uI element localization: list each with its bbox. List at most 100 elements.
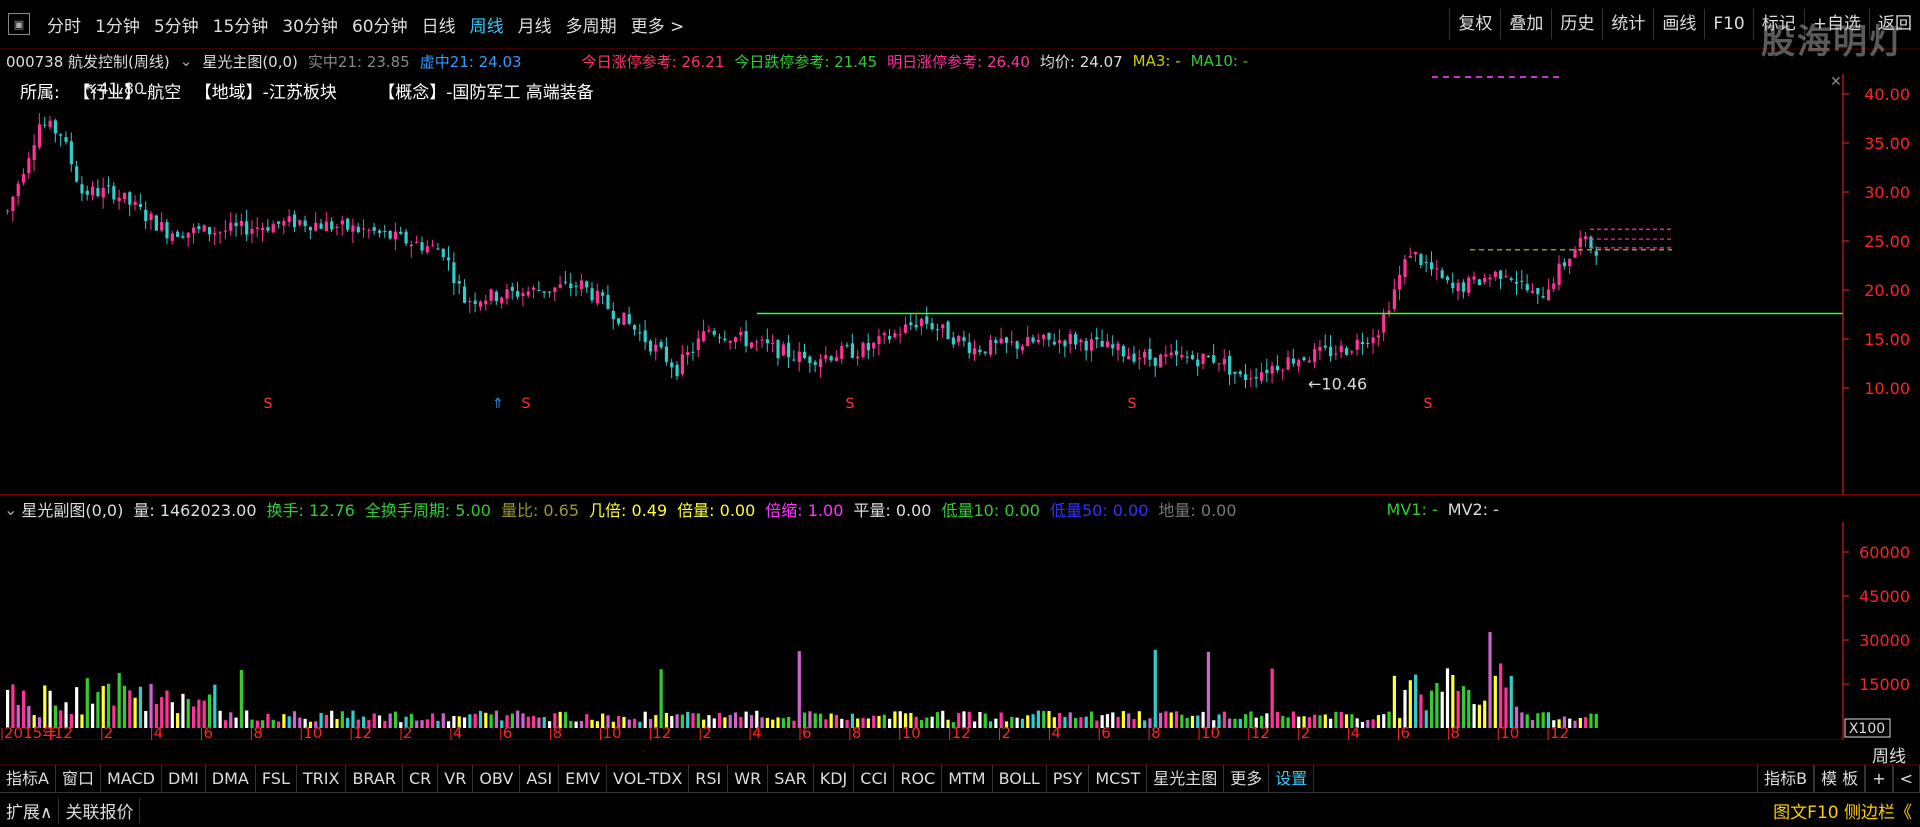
volume-bar (1509, 675, 1513, 728)
chevron-down-icon[interactable]: ⌄ (180, 52, 193, 70)
candle-body (409, 244, 414, 247)
volume-chart[interactable]: 60000450003000015000X1002015年12 2 4 6 8 10 12 2… (0, 522, 1920, 740)
period-tab-2[interactable]: 5分钟 (147, 12, 206, 37)
indicator-tab-20[interactable]: MTM (942, 765, 993, 793)
indicator-tab-4[interactable]: DMA (206, 765, 256, 793)
price-tick-label: 20.00 (1864, 281, 1910, 300)
indicator-tab-5[interactable]: FSL (256, 765, 297, 793)
period-tab-3[interactable]: 15分钟 (206, 12, 276, 37)
volume-bar (494, 710, 499, 728)
volume-bar (1403, 689, 1407, 728)
candle-body (1148, 349, 1152, 360)
candle-body (781, 344, 785, 356)
volume-bar (1015, 717, 1019, 728)
indicator-tab-24[interactable]: 星光主图 (1147, 765, 1225, 793)
period-tab-8[interactable]: 月线 (511, 12, 559, 37)
period-tab-1[interactable]: 1分钟 (88, 12, 147, 37)
toolbar-button-0[interactable]: 复权 (1449, 9, 1500, 39)
time-tick-label: 6 (204, 724, 214, 740)
toolbar-button-3[interactable]: 统计 (1602, 9, 1653, 39)
indicator-tab-15[interactable]: WR (728, 765, 769, 793)
volume-bar (1153, 649, 1157, 728)
indicator-tab-8[interactable]: CR (403, 765, 439, 793)
period-tab-10[interactable]: 更多 > (624, 12, 692, 37)
indicator-tab-6[interactable]: TRIX (297, 765, 347, 793)
toolbar-button-1[interactable]: 叠加 (1500, 9, 1551, 39)
indicator-tab-3[interactable]: DMI (162, 765, 206, 793)
candle-body (1217, 363, 1221, 365)
indicator-tab-26[interactable]: 设置 (1269, 765, 1315, 793)
concept-tag[interactable]: 【概念】-国防军工 高端装备 (378, 83, 594, 103)
window-menu-icon[interactable]: ▣ (8, 13, 30, 35)
period-tab-9[interactable]: 多周期 (559, 12, 624, 37)
period-tab-4[interactable]: 30分钟 (275, 12, 345, 37)
indicator-tab-17[interactable]: KDJ (814, 765, 855, 793)
indicator-tab-2[interactable]: MACD (101, 765, 162, 793)
region-tag[interactable]: 【地域】-江苏板块 (195, 83, 337, 103)
volume-value: 量: 1462023.00 (133, 501, 257, 520)
indicator-tab-7[interactable]: BRAR (346, 765, 403, 793)
indicator-right-button-2[interactable]: + (1865, 765, 1893, 793)
volume-bar (643, 711, 647, 728)
mv2-value: MV2: - (1447, 499, 1499, 519)
period-tab-5[interactable]: 60分钟 (345, 12, 415, 37)
period-tab-7[interactable]: 周线 (463, 12, 511, 37)
indicator-tab-22[interactable]: PSY (1047, 765, 1090, 793)
f10-sidebar-button[interactable]: 图文F10 侧边栏《 (1773, 798, 1912, 823)
candle-body (1472, 276, 1476, 280)
volume-bar (1222, 711, 1226, 728)
indicator-right-button-3[interactable]: < (1892, 765, 1920, 793)
volume-bar (1095, 720, 1099, 728)
volume-bar (941, 710, 945, 728)
indicator-tab-16[interactable]: SAR (768, 765, 814, 793)
sub-indicator-name[interactable]: 星光副图(0,0) (21, 497, 123, 521)
period-tab-0[interactable]: 分时 (40, 12, 88, 37)
close-icon[interactable]: ✕ (1830, 74, 1842, 90)
indicator-tab-18[interactable]: CCI (854, 765, 895, 793)
candle-body (1339, 345, 1343, 353)
s-signal-marker: S (1128, 396, 1137, 412)
indicator-tab-23[interactable]: MCST (1089, 765, 1148, 793)
industry-tag[interactable]: 【行业】-航空 (73, 83, 181, 103)
candle-body (160, 222, 164, 231)
volume-bar (441, 713, 445, 728)
volume-bar (1116, 716, 1120, 728)
volume-bar (1042, 711, 1046, 728)
expand-button[interactable]: 扩展∧ (0, 797, 60, 823)
indicator-tab-14[interactable]: RSI (689, 765, 729, 793)
volume-bar (1461, 686, 1466, 728)
indicator-tab-12[interactable]: EMV (559, 765, 608, 793)
price-chart[interactable]: ↖41.80←10.46S S S S S⇑ 40.0035.0030.0025.002… (0, 74, 1920, 494)
candle-body (829, 356, 833, 361)
chevron-down-icon[interactable]: ⌄ (4, 500, 17, 519)
toolbar-button-4[interactable]: 画线 (1653, 9, 1704, 39)
indicator-tab-25[interactable]: 更多 (1224, 765, 1270, 793)
indicator-right-button-1[interactable]: 模 板 (1814, 765, 1866, 793)
candle-body (1467, 277, 1471, 293)
candle-body (393, 231, 398, 240)
toolbar-button-5[interactable]: F10 (1704, 9, 1752, 39)
related-quotes-button[interactable]: 关联报价 (59, 797, 141, 823)
indicator-tab-13[interactable]: VOL-TDX (607, 765, 690, 793)
toolbar-button-2[interactable]: 历史 (1551, 9, 1602, 39)
indicator-tab-11[interactable]: ASI (520, 765, 560, 793)
indicator-tab-9[interactable]: VR (438, 765, 474, 793)
candle-body (941, 324, 945, 329)
period-tab-6[interactable]: 日线 (415, 12, 463, 37)
indicator-tab-10[interactable]: OBV (473, 765, 521, 793)
avg-price: 均价: 24.07 (1039, 52, 1123, 71)
candle-body (1419, 254, 1423, 265)
candle-body (1270, 365, 1274, 374)
indicator-tab-19[interactable]: ROC (894, 765, 943, 793)
candle-body (372, 227, 376, 231)
indicator-tab-0[interactable]: 指标A (0, 765, 56, 793)
indicator-name[interactable]: 星光主图(0,0) (202, 51, 298, 72)
candle-body (1238, 371, 1242, 375)
candle-body (276, 221, 281, 224)
indicator-right-button-0[interactable]: 指标B (1757, 765, 1815, 793)
indicator-tab-1[interactable]: 窗口 (56, 765, 101, 793)
candle-body (1313, 349, 1317, 363)
indicator-tab-21[interactable]: BOLL (993, 765, 1047, 793)
candle-body (1350, 351, 1354, 353)
candle-body (1302, 357, 1306, 361)
